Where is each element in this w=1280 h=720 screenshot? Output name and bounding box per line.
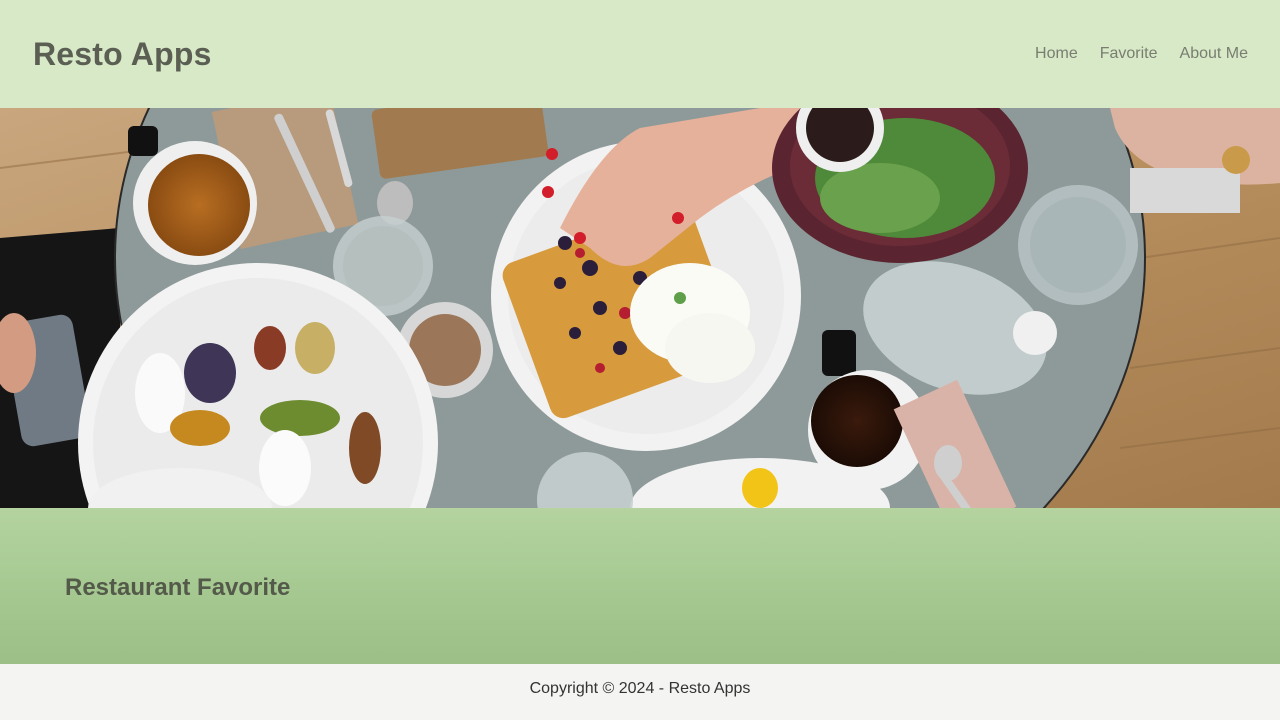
- nav-item-favorite: Favorite: [1100, 45, 1158, 63]
- nav-item-home: Home: [1035, 45, 1078, 63]
- nav-item-about: About Me: [1180, 45, 1248, 63]
- nav-link-favorite[interactable]: Favorite: [1100, 45, 1158, 62]
- nav-list: Home Favorite About Me: [1035, 45, 1248, 63]
- footer: Copyright © 2024 - Resto Apps: [0, 664, 1280, 714]
- hero-image: [0, 108, 1280, 508]
- main-content: Restaurant Favorite: [0, 508, 1280, 664]
- page-title: Restaurant Favorite: [65, 574, 291, 601]
- main-nav: Home Favorite About Me: [1035, 45, 1248, 63]
- nav-link-about[interactable]: About Me: [1180, 45, 1248, 62]
- app-bar: Resto Apps Home Favorite About Me: [0, 0, 1280, 108]
- nav-link-home[interactable]: Home: [1035, 45, 1078, 62]
- copyright-text: Copyright © 2024 - Resto Apps: [529, 680, 751, 697]
- brand-title[interactable]: Resto Apps: [33, 36, 212, 73]
- hero-illustration: [0, 108, 1280, 508]
